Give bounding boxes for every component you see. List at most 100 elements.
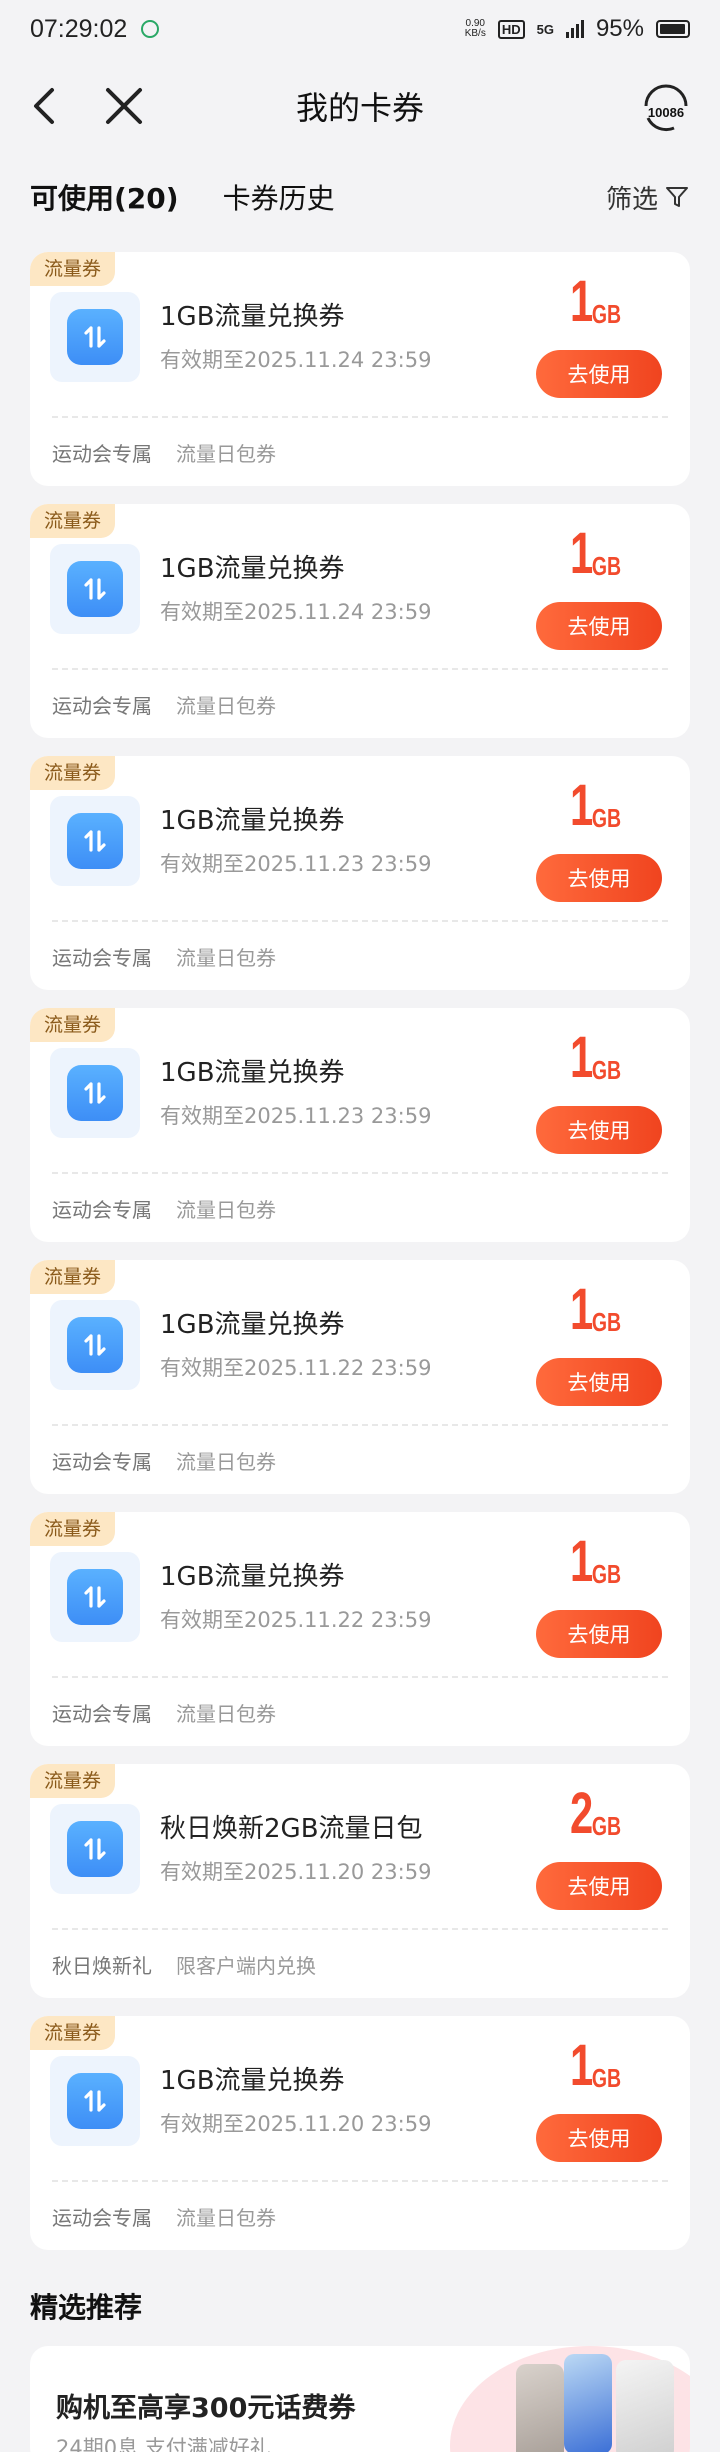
close-icon[interactable] xyxy=(100,82,148,130)
coupon-source: 运动会专属 xyxy=(52,694,152,718)
chevron-left-icon[interactable] xyxy=(22,82,70,130)
coupon-tag: 流量券 xyxy=(30,756,116,790)
nav-bar: 我的卡券 10086 xyxy=(0,58,720,154)
filter-label: 筛选 xyxy=(605,184,658,215)
coupon-name: 秋日焕新2GB流量日包 xyxy=(160,1814,423,1844)
coupon-name: 1GB流量兑换券 xyxy=(160,554,345,584)
phone-image xyxy=(564,2354,612,2452)
coupon-icon-box xyxy=(50,2056,140,2146)
coupon-divider xyxy=(52,1424,668,1426)
coupon-card[interactable]: 流量券 1GB流量兑换券 有效期至2025.11.20 23:59 1 GB 去使用 运动会… xyxy=(30,2016,690,2250)
coupon-card[interactable]: 流量券 秋日焕新2GB流量日包 有效期至2025.11.20 23:59 2 GB 去使用… xyxy=(30,1764,690,1998)
coupon-tag: 流量券 xyxy=(30,504,116,538)
headset-icon[interactable]: 10086 xyxy=(638,76,694,136)
promo-banner[interactable]: 购机至高享300元话费券 24期0息 支付满减好礼 xyxy=(30,2346,690,2452)
coupon-divider xyxy=(52,1676,668,1678)
coupon-amount-unit: GB xyxy=(591,1559,622,1589)
coupon-amount: 1 GB xyxy=(561,1026,626,1090)
coupon-card[interactable]: 流量券 1GB流量兑换券 有效期至2025.11.24 23:59 1 GB 去使用 运动会… xyxy=(30,504,690,738)
coupon-source: 运动会专属 xyxy=(52,1450,152,1474)
coupon-note: 限客户端内兑换 xyxy=(176,1954,316,1978)
use-button[interactable]: 去使用 xyxy=(536,350,662,398)
tab-history[interactable]: 卡券历史 xyxy=(223,177,335,217)
coupon-card[interactable]: 流量券 1GB流量兑换券 有效期至2025.11.22 23:59 1 GB 去使用 运动会… xyxy=(30,1512,690,1746)
coupon-amount: 1 GB xyxy=(561,522,626,586)
coupon-icon-box xyxy=(50,796,140,886)
coupon-icon-box xyxy=(50,1300,140,1390)
coupon-amount: 1 GB xyxy=(561,1278,626,1342)
network-type: 5G xyxy=(536,21,554,37)
coupon-name: 1GB流量兑换券 xyxy=(160,302,345,332)
coupon-footer: 运动会专属 流量日包券 xyxy=(52,438,276,467)
coupon-divider xyxy=(52,920,668,922)
coupon-tag: 流量券 xyxy=(30,1008,116,1042)
net-speed-unit: KB/s xyxy=(464,28,486,39)
coupon-expire: 有效期至2025.11.23 23:59 xyxy=(160,1104,432,1128)
phone-image xyxy=(516,2364,564,2452)
coupon-amount-value: 1 xyxy=(569,1529,593,1594)
coupon-card[interactable]: 流量券 1GB流量兑换券 有效期至2025.11.24 23:59 1 GB 去使用 运动会… xyxy=(30,252,690,486)
coupon-note: 流量日包券 xyxy=(176,1702,276,1726)
coupon-source: 运动会专属 xyxy=(52,1702,152,1726)
filter-button[interactable]: 筛选 xyxy=(606,179,690,216)
coupon-expire: 有效期至2025.11.20 23:59 xyxy=(160,2112,432,2136)
battery-fill xyxy=(660,24,685,34)
coupon-note: 流量日包券 xyxy=(176,2206,276,2230)
coupon-source: 运动会专属 xyxy=(52,1198,152,1222)
coupon-footer: 运动会专属 流量日包券 xyxy=(52,1194,276,1223)
data-transfer-icon xyxy=(67,1065,123,1121)
tab-available[interactable]: 可使用(20) xyxy=(30,177,179,217)
coupon-amount-value: 1 xyxy=(569,269,593,334)
coupon-card[interactable]: 流量券 1GB流量兑换券有效期至2025.11.22 23:59 1 GB 去使用运动会… xyxy=(30,1260,690,1494)
coupon-card[interactable]: 流量券 1GB流量兑换券 有效期至2025.11.23 23:59 1 GB 去使用 运动会… xyxy=(30,1008,690,1242)
coupon-expire: 有效期至2025.11.22 23:59 xyxy=(160,1356,432,1380)
coupon-icon-box xyxy=(50,1552,140,1642)
use-button[interactable]: 去使用 xyxy=(536,854,662,902)
coupon-amount-unit: GB xyxy=(591,551,622,581)
coupon-amount-unit: GB xyxy=(591,1811,622,1841)
coupon-note: 流量日包券 xyxy=(176,1450,276,1474)
coupon-tag: 流量券 xyxy=(30,1260,116,1294)
coupon-icon-box xyxy=(50,1804,140,1894)
tab-bar: 可使用(20) 卡券历史 筛选 xyxy=(0,160,720,234)
coupon-divider xyxy=(52,1928,668,1930)
status-right: 0.90 KB/s HD 5G 95% xyxy=(465,15,690,43)
use-button[interactable]: 去使用 xyxy=(536,1610,662,1658)
use-button[interactable]: 去使用 xyxy=(536,1862,662,1910)
coupon-divider xyxy=(52,416,668,418)
coupon-card[interactable]: 流量券 1GB流量兑换券 有效期至2025.11.23 23:59 1 GB 去使用 运动会… xyxy=(30,756,690,990)
data-transfer-icon xyxy=(67,1821,123,1877)
funnel-icon xyxy=(666,187,688,207)
coupon-amount-value: 1 xyxy=(569,1277,593,1342)
coupon-amount-unit: GB xyxy=(591,803,622,833)
coupon-amount-value: 1 xyxy=(569,1025,593,1090)
net-speed: 0.90 KB/s xyxy=(465,19,486,39)
coupon-source: 秋日焕新礼 xyxy=(52,1954,152,1978)
coupon-amount-unit: GB xyxy=(591,2063,622,2093)
coupon-amount: 1 GB xyxy=(561,270,626,334)
coupon-amount: 1 GB xyxy=(561,1530,626,1594)
coupon-divider xyxy=(52,2180,668,2182)
hd-badge: HD xyxy=(497,19,525,39)
coupon-note: 流量日包券 xyxy=(176,946,276,970)
coupon-name: 1GB流量兑换券 xyxy=(160,1310,345,1340)
use-button[interactable]: 去使用 xyxy=(536,2114,662,2162)
promo-subtitle: 24期0息 支付满减好礼 xyxy=(56,2436,271,2452)
coupon-footer: 运动会专属 流量日包券 xyxy=(52,690,276,719)
app-notification-icon xyxy=(141,20,160,38)
coupon-amount-unit: GB xyxy=(591,1055,622,1085)
use-button[interactable]: 去使用 xyxy=(536,602,662,650)
use-button[interactable]: 去使用 xyxy=(536,1358,662,1406)
coupon-tag: 流量券 xyxy=(30,252,116,286)
coupon-amount-value: 1 xyxy=(569,2033,593,2098)
coupon-divider xyxy=(52,668,668,670)
use-button[interactable]: 去使用 xyxy=(536,1106,662,1154)
data-transfer-icon xyxy=(67,1317,123,1373)
coupon-icon-box xyxy=(50,544,140,634)
coupon-footer: 运动会专属 流量日包券 xyxy=(52,942,276,971)
data-transfer-icon xyxy=(67,561,123,617)
coupon-divider xyxy=(52,1172,668,1174)
promo-title: 购机至高享300元话费券 xyxy=(56,2393,356,2424)
coupon-icon-box xyxy=(50,292,140,382)
page-title: 我的卡券 xyxy=(295,89,424,127)
